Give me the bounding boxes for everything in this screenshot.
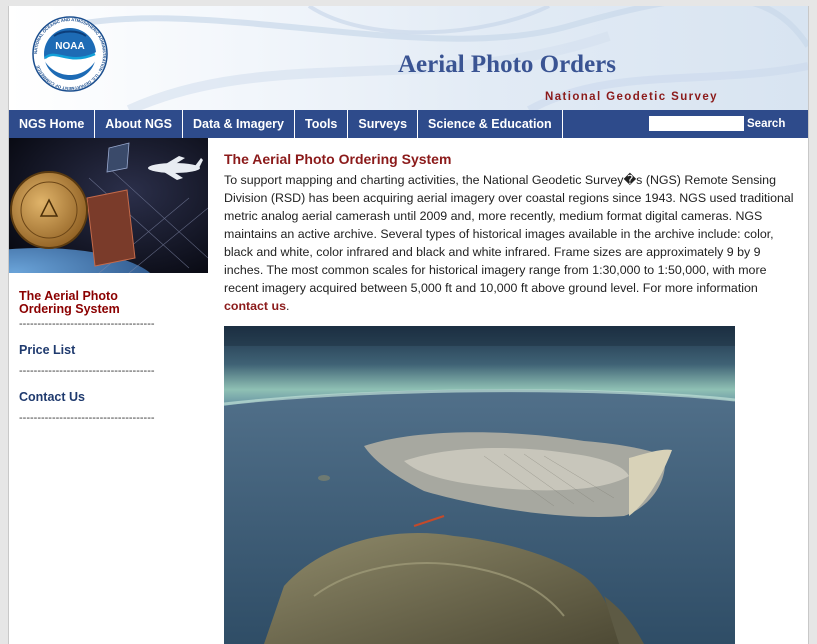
sidebar-separator: ------------------------------------- bbox=[19, 412, 155, 424]
nav-ngs-home[interactable]: NGS Home bbox=[9, 110, 96, 138]
sidebar-item-price-list[interactable]: Price List bbox=[19, 343, 159, 357]
content-body-text: To support mapping and charting activiti… bbox=[224, 173, 794, 295]
nav-data-imagery[interactable]: Data & Imagery bbox=[183, 110, 295, 138]
nav-about-ngs[interactable]: About NGS bbox=[95, 110, 183, 138]
page-title: Aerial Photo Orders bbox=[398, 51, 617, 78]
sidebar-item-contact-us[interactable]: Contact Us bbox=[19, 390, 159, 404]
sidebar-separator: ------------------------------------- bbox=[19, 365, 155, 377]
search-input[interactable] bbox=[649, 116, 744, 131]
sidebar-banner-image bbox=[9, 138, 208, 273]
nav-surveys[interactable]: Surveys bbox=[348, 110, 419, 138]
site-header: NATIONAL OCEANIC AND ATMOSPHERIC ADMINIS… bbox=[9, 6, 808, 110]
nav-science-education[interactable]: Science & Education bbox=[418, 110, 563, 138]
sidebar-item-aerial-photo-ordering[interactable]: The Aerial Photo Ordering System bbox=[19, 290, 159, 316]
site-subtitle: National Geodetic Survey bbox=[545, 91, 718, 103]
sidebar-separator: ------------------------------------- bbox=[19, 318, 155, 330]
nav-tools[interactable]: Tools bbox=[295, 110, 349, 138]
aerial-photo-image bbox=[224, 326, 735, 644]
content-end-punct: . bbox=[285, 299, 290, 313]
search-button[interactable]: Search bbox=[747, 110, 785, 138]
content-paragraph: To support mapping and charting activiti… bbox=[224, 171, 802, 315]
contact-us-link[interactable]: contact us bbox=[224, 299, 286, 313]
noaa-logo-text: NOAA bbox=[55, 41, 84, 52]
content-heading: The Aerial Photo Ordering System bbox=[224, 151, 452, 167]
sidebar-menu: The Aerial Photo Ordering System -------… bbox=[19, 290, 159, 425]
page: NATIONAL OCEANIC AND ATMOSPHERIC ADMINIS… bbox=[8, 6, 809, 644]
noaa-logo[interactable]: NATIONAL OCEANIC AND ATMOSPHERIC ADMINIS… bbox=[32, 16, 108, 92]
